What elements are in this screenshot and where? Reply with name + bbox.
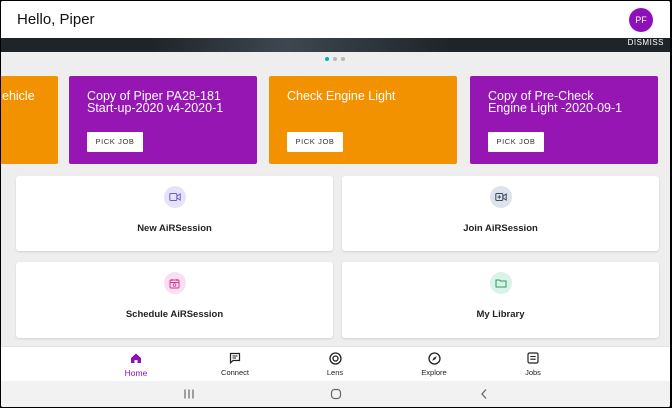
nav-label: Jobs — [525, 368, 541, 377]
back-icon[interactable] — [477, 387, 491, 401]
greeting-text: Hello, Piper — [17, 11, 95, 28]
join-airsession-tile[interactable]: Join AiRSession — [342, 176, 659, 251]
home-button-icon[interactable] — [329, 387, 343, 401]
carousel-dot-3[interactable] — [341, 57, 345, 61]
nav-label: Explore — [421, 368, 447, 377]
video-add-icon — [489, 186, 512, 208]
schedule-airsession-tile[interactable]: Schedule AiRSession — [16, 262, 333, 338]
my-library-tile[interactable]: My Library — [342, 262, 659, 338]
job-card-vehicle[interactable]: ehicle — [1, 76, 58, 164]
nav-label: Home — [124, 368, 148, 378]
job-card-pre-check[interactable]: Copy of Pre-Check Engine Light -2020-09-… — [470, 76, 658, 164]
calendar-icon — [163, 272, 186, 294]
job-card-piper-startup[interactable]: Copy of Piper PA28-181 Start-up-2020 v4-… — [69, 76, 257, 164]
system-navigation-bar — [1, 381, 670, 407]
nav-label: Connect — [221, 368, 249, 377]
job-title: Copy of Pre-Check Engine Light -2020-09-… — [488, 89, 623, 115]
bottom-navigation: Home Connect Lens Explore Jobs — [1, 346, 670, 381]
nav-label: Lens — [326, 368, 344, 377]
video-camera-icon — [163, 186, 186, 208]
jobs-list-icon — [503, 351, 563, 365]
tile-label: My Library — [476, 309, 525, 320]
carousel-dot-1[interactable] — [325, 57, 329, 61]
nav-jobs[interactable]: Jobs — [503, 351, 563, 377]
app-header: Hello, Piper PF — [1, 1, 670, 38]
tile-label: Schedule AiRSession — [125, 309, 224, 320]
nav-explore[interactable]: Explore — [404, 351, 464, 377]
new-airsession-tile[interactable]: New AiRSession — [16, 176, 333, 251]
pick-job-button[interactable]: PICK JOB — [488, 132, 544, 152]
tile-label: New AiRSession — [137, 223, 212, 234]
compass-icon — [404, 351, 464, 365]
lens-icon — [305, 351, 365, 365]
job-title: Copy of Piper PA28-181 Start-up-2020 v4-… — [87, 89, 224, 115]
nav-connect[interactable]: Connect — [205, 351, 265, 377]
app-window: Hello, Piper PF DISMISS ehicle Copy of P… — [1, 1, 670, 407]
nav-home[interactable]: Home — [106, 351, 166, 378]
chat-icon — [205, 351, 265, 365]
recent-apps-icon[interactable] — [182, 387, 196, 401]
tile-label: Join AiRSession — [463, 223, 538, 234]
job-card-check-engine[interactable]: Check Engine Light PICK JOB — [269, 76, 457, 164]
folder-icon — [489, 272, 512, 294]
job-title: Check Engine Light — [287, 89, 396, 103]
promo-banner: DISMISS — [1, 38, 670, 52]
nav-lens[interactable]: Lens — [305, 351, 365, 377]
carousel-dot-2[interactable] — [333, 57, 337, 61]
job-title: ehicle — [2, 89, 35, 103]
pick-job-button[interactable]: PICK JOB — [287, 132, 343, 152]
dismiss-button[interactable]: DISMISS — [628, 38, 664, 47]
pick-job-button[interactable]: PICK JOB — [87, 132, 143, 152]
banner-image — [151, 38, 451, 52]
user-avatar[interactable]: PF — [629, 8, 653, 32]
home-icon — [106, 351, 166, 365]
